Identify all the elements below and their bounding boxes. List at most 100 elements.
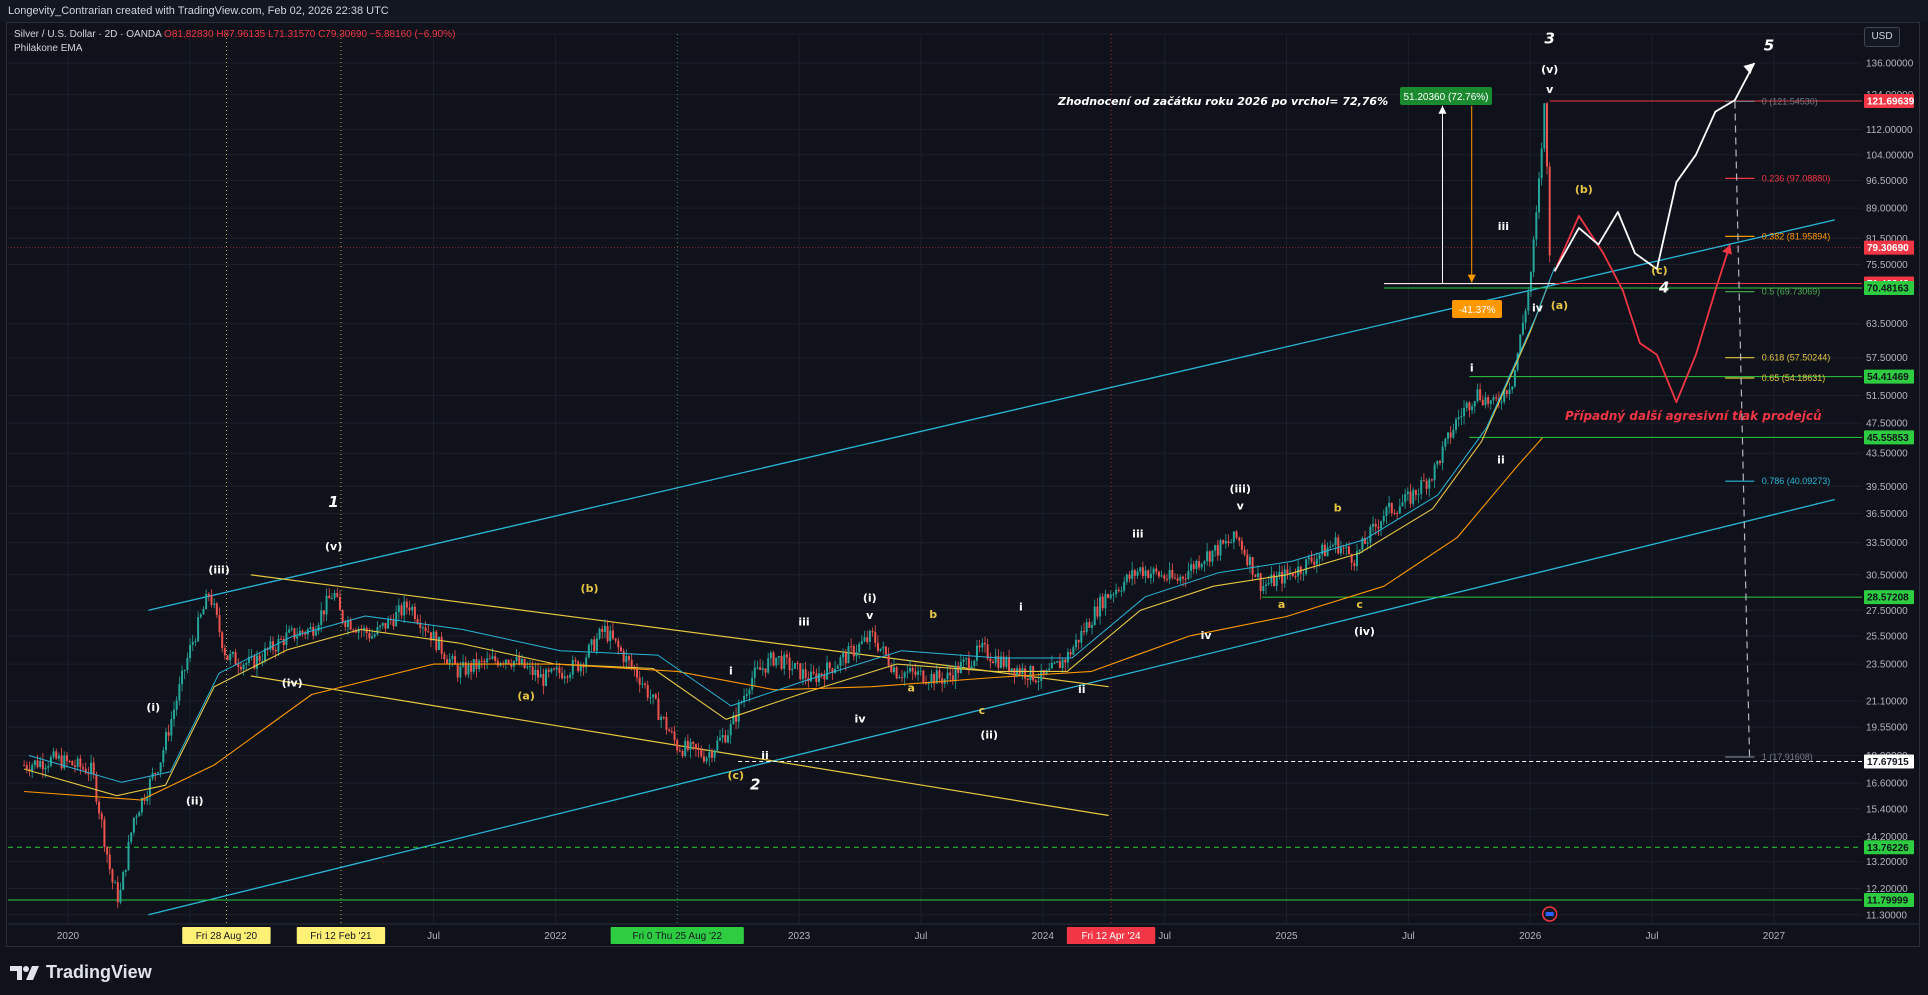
candle-body xyxy=(1535,212,1538,240)
candle-body xyxy=(1123,581,1126,591)
candle-body xyxy=(713,750,716,758)
candle-body xyxy=(1190,564,1193,571)
candle-body xyxy=(547,669,550,672)
wave-label: (i) xyxy=(146,701,160,714)
wave-label: i xyxy=(1019,600,1023,613)
candle-body xyxy=(1318,554,1321,559)
candle-body xyxy=(820,673,823,675)
x-tick-label: 2024 xyxy=(1032,931,1055,942)
y-tick-label: 104.00000 xyxy=(1866,150,1914,161)
candle-body xyxy=(1339,547,1342,554)
candle-body xyxy=(545,669,548,686)
candle-body xyxy=(587,644,590,658)
candle-body xyxy=(593,639,596,652)
candle-body xyxy=(234,652,237,665)
candle-body xyxy=(183,670,186,672)
candle-body xyxy=(507,659,510,664)
candle-body xyxy=(400,605,403,616)
candle-body xyxy=(1195,561,1198,570)
candle-body xyxy=(1270,574,1273,584)
candle-body xyxy=(839,657,842,666)
candle-body xyxy=(1254,574,1257,577)
candle-body xyxy=(737,702,740,722)
candle-body xyxy=(1034,680,1037,683)
fib-trend-line xyxy=(1734,101,1751,758)
candle-body xyxy=(625,655,628,663)
candle-body xyxy=(173,709,176,720)
candle-body xyxy=(1099,596,1102,617)
candle-body xyxy=(494,656,497,661)
candle-body xyxy=(1128,574,1131,579)
candle-body xyxy=(443,653,446,660)
wave-label: a xyxy=(907,681,914,694)
candle-body xyxy=(1203,561,1206,564)
candle-body xyxy=(799,663,802,680)
candle-body xyxy=(1521,322,1524,335)
candle-body xyxy=(1206,551,1209,562)
candle-body xyxy=(116,882,119,903)
candle-body xyxy=(1160,575,1163,577)
candle-body xyxy=(312,627,315,636)
ema-slow-line xyxy=(24,437,1543,801)
candle-body xyxy=(376,627,379,635)
candle-body xyxy=(33,760,36,766)
candle-body xyxy=(491,656,494,659)
candle-body xyxy=(1508,389,1511,395)
candle-body xyxy=(785,654,788,658)
candle-body xyxy=(456,664,459,678)
candle-body xyxy=(23,765,26,767)
indicator-name[interactable]: Philakone EMA xyxy=(14,42,455,56)
candle-body xyxy=(874,632,877,643)
candle-body xyxy=(1066,652,1069,663)
candle-body xyxy=(681,751,684,756)
candle-body xyxy=(673,731,676,741)
footer xyxy=(0,948,1928,995)
candle-body xyxy=(1232,531,1235,543)
chart-svg[interactable]: 0 (121.54530) 0.236 (97.08880) 0.382 (81.9… xyxy=(0,0,1928,995)
currency-button[interactable]: USD xyxy=(1864,27,1900,47)
y-tick-label: 75.50000 xyxy=(1866,260,1908,271)
candle-body xyxy=(293,628,296,639)
last-price-badge-text: 79.30690 xyxy=(1867,243,1909,254)
candle-body xyxy=(344,621,347,627)
candle-body xyxy=(352,629,355,631)
candle-body xyxy=(454,656,457,665)
candle-body xyxy=(1131,570,1134,579)
candle-body xyxy=(1230,542,1233,544)
candle-body xyxy=(863,637,866,642)
candle-body xyxy=(1139,567,1142,572)
candle-body xyxy=(1088,622,1091,628)
candle-body xyxy=(82,767,85,769)
wave-label: (c) xyxy=(1651,264,1668,277)
candle-body xyxy=(1176,578,1179,581)
candle-body xyxy=(1489,400,1492,404)
wave-label-major: 3 xyxy=(1544,29,1554,47)
candle-body xyxy=(689,742,692,750)
candle-body xyxy=(721,734,724,738)
candle-body xyxy=(668,729,671,732)
candle-body xyxy=(298,630,301,637)
candle-body xyxy=(52,751,55,758)
candle-body xyxy=(850,646,853,648)
candle-body xyxy=(1307,557,1310,560)
candle-body xyxy=(528,666,531,668)
candle-body xyxy=(646,684,649,698)
candle-body xyxy=(1096,606,1099,617)
candle-body xyxy=(975,645,978,661)
candle-body xyxy=(1198,561,1201,568)
candle-body xyxy=(1024,668,1027,679)
candle-body xyxy=(1377,526,1380,529)
candle-body xyxy=(1372,523,1375,527)
candle-body xyxy=(274,649,277,652)
candle-body xyxy=(1393,513,1396,515)
tradingview-logo[interactable]: TradingView xyxy=(10,962,152,983)
candle-body xyxy=(403,601,406,616)
candle-body xyxy=(767,658,770,673)
candle-body xyxy=(1398,506,1401,514)
wave-label: i xyxy=(729,664,733,677)
x-tick-label: Jul xyxy=(1158,931,1171,942)
candle-body xyxy=(852,646,855,657)
candle-body xyxy=(858,643,861,653)
candle-body xyxy=(684,740,687,756)
candle-body xyxy=(1082,630,1085,633)
